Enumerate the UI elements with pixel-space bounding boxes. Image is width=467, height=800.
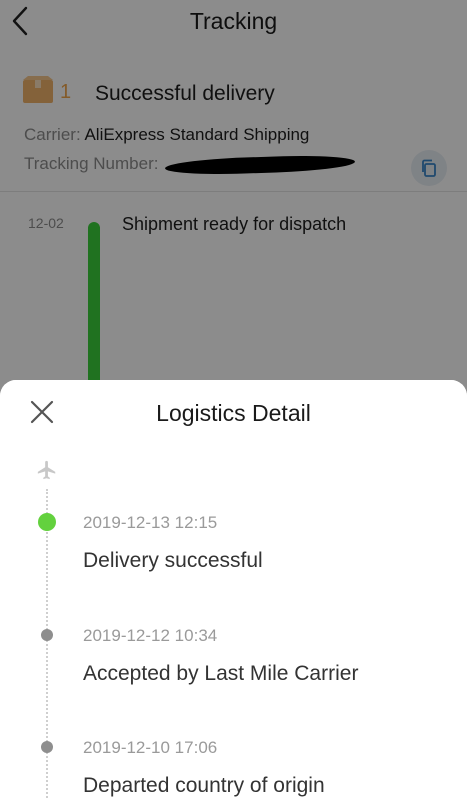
airplane-icon xyxy=(36,459,58,481)
log-item: 2019-12-13 12:15 Delivery successful xyxy=(0,508,467,598)
log-item: 2019-12-12 10:34 Accepted by Last Mile C… xyxy=(0,621,467,711)
log-time: 2019-12-12 10:34 xyxy=(83,626,218,645)
log-description: Accepted by Last Mile Carrier xyxy=(83,662,359,685)
logistics-detail-sheet: Logistics Detail 2019-12-13 12:15 Delive… xyxy=(0,380,467,800)
log-time: 2019-12-13 12:15 xyxy=(83,513,218,532)
timeline-dot-active xyxy=(38,513,56,531)
sheet-title: Logistics Detail xyxy=(156,400,311,426)
log-description: Delivery successful xyxy=(83,549,263,572)
sheet-header: Logistics Detail xyxy=(0,380,467,444)
log-time: 2019-12-10 17:06 xyxy=(83,738,218,757)
timeline-dot xyxy=(41,629,53,641)
log-item: 2019-12-10 17:06 Departed country of ori… xyxy=(0,733,467,800)
logistics-timeline: 2019-12-13 12:15 Delivery successful 201… xyxy=(0,444,467,800)
timeline-dot xyxy=(41,741,53,753)
log-description: Departed country of origin xyxy=(83,774,325,797)
